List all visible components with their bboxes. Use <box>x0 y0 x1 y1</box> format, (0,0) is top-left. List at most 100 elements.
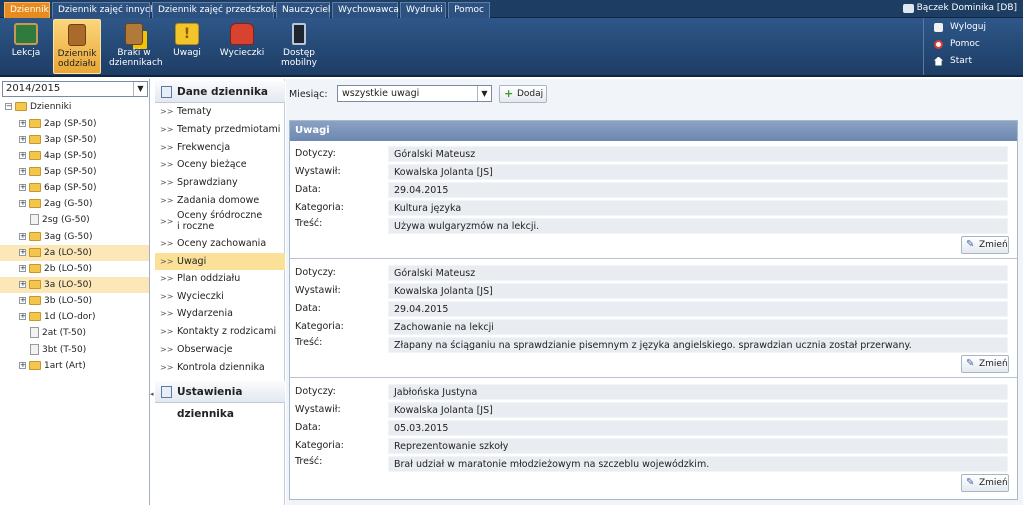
menu-item-kontrola-dziennika[interactable]: >> Kontrola dziennika <box>155 360 285 376</box>
menu-item-wycieczki[interactable]: >> Wycieczki <box>155 289 285 305</box>
expand-icon[interactable]: + <box>19 233 26 240</box>
tree-node[interactable]: 3bt (T-50) <box>30 342 86 358</box>
tab-wychowawca[interactable]: Wychowawca <box>332 2 399 18</box>
month-label: Miesiąc: <box>289 89 328 100</box>
year-select[interactable]: 2014/2015 ▼ <box>2 81 148 97</box>
tree-node[interactable]: +2a (LO-50) <box>0 245 149 261</box>
tree-node[interactable]: 2sg (G-50) <box>30 212 90 228</box>
tab-nauczyciel[interactable]: Nauczyciel <box>276 2 330 18</box>
menu-item-zadania-domowe[interactable]: >> Zadania domowe <box>155 193 285 209</box>
menu-item-kontakty[interactable]: >> Kontakty z rodzicami <box>155 324 285 340</box>
edit-button[interactable]: ✎ Zmień <box>961 355 1009 373</box>
chat-icon[interactable] <box>903 4 914 13</box>
chevron-right-icon: >> <box>160 292 174 301</box>
tree-root[interactable]: − Dzienniki <box>5 99 71 115</box>
tab-dziennik[interactable]: Dziennik <box>4 2 50 18</box>
menu-item-oceny-zachowania[interactable]: >> Oceny zachowania <box>155 236 285 252</box>
expand-icon[interactable]: + <box>19 120 26 127</box>
tree-node[interactable]: +5ap (SP-50) <box>19 164 96 180</box>
tree-node-label: 3bt (T-50) <box>42 345 87 355</box>
chevron-right-icon: >> <box>160 217 174 226</box>
tree-node[interactable]: +2ag (G-50) <box>19 196 93 212</box>
tree-node-label: 4ap (SP-50) <box>44 151 97 161</box>
field-dotyczy: Góralski Mateusz <box>388 265 1008 281</box>
tree-node[interactable]: 2at (T-50) <box>30 325 86 341</box>
menu-item-tematy-przedmiotami[interactable]: >> Tematy przedmiotami <box>155 122 285 138</box>
menu-item-uwagi[interactable]: >> Uwagi <box>155 253 285 270</box>
tree-node[interactable]: +1d (LO-dor) <box>19 309 96 325</box>
tree-node-label: 3a (LO-50) <box>44 280 92 290</box>
menu-item-label: Frekwencja <box>177 142 231 153</box>
field-label: Dotyczy: <box>295 267 336 278</box>
folder-open-icon <box>15 102 27 111</box>
tab-pomoc[interactable]: Pomoc <box>448 2 490 18</box>
edit-button[interactable]: ✎ Zmień <box>961 474 1009 492</box>
tree-node-selected[interactable]: +3a (LO-50) <box>0 277 149 293</box>
expand-icon[interactable]: + <box>19 362 26 369</box>
expand-icon[interactable]: + <box>19 152 26 159</box>
lekcja-button[interactable]: Lekcja <box>6 19 46 74</box>
expand-icon[interactable]: + <box>19 200 26 207</box>
dane-dziennika-header[interactable]: Dane dziennika <box>155 81 285 103</box>
tree-node[interactable]: +3ag (G-50) <box>19 229 93 245</box>
dostep-mobilny-button[interactable]: Dostęp mobilny <box>276 19 322 74</box>
pomoc-link[interactable]: Pomoc <box>934 36 986 52</box>
tree-node[interactable]: +2ap (SP-50) <box>19 116 96 132</box>
expand-icon[interactable]: + <box>19 168 26 175</box>
tree-node[interactable]: +2b (LO-50) <box>19 261 92 277</box>
chevron-right-icon: >> <box>160 178 174 187</box>
add-button[interactable]: + Dodaj <box>499 85 547 103</box>
tab-dziennik-zajec-przedszkola[interactable]: Dziennik zajęć przedszkola <box>152 2 279 18</box>
tab-wydruki[interactable]: Wydruki <box>400 2 446 18</box>
tree-node-label: 2ap (SP-50) <box>44 119 97 129</box>
tree-node[interactable]: +1art (Art) <box>19 358 86 374</box>
braki-label: Braki w dziennikach <box>109 48 163 68</box>
tab-dziennik-zajec-innych[interactable]: Dziennik zajęć innych <box>52 2 156 18</box>
dziennik-oddzialu-button[interactable]: Dziennik oddziału <box>53 19 101 74</box>
field-label: Data: <box>295 303 321 314</box>
chevron-right-icon: >> <box>160 107 174 116</box>
menu-item-label: Oceny bieżące <box>177 159 247 170</box>
lock-icon <box>934 22 943 32</box>
menu-item-plan-oddzialu[interactable]: >> Plan oddziału <box>155 271 285 287</box>
menu-item-label: Wydarzenia <box>177 308 233 319</box>
expand-icon[interactable]: + <box>19 136 26 143</box>
chevron-right-icon: >> <box>160 345 174 354</box>
ustawienia-dziennika-header[interactable]: Ustawienia dziennika <box>155 381 285 420</box>
wyloguj-link[interactable]: Wyloguj <box>934 19 986 35</box>
menu-item-oceny-srodroczne[interactable]: >> Oceny śródroczne i roczne <box>155 210 265 234</box>
menu-item-label: Zadania domowe <box>177 195 260 206</box>
menu-item-wydarzenia[interactable]: >> Wydarzenia <box>155 306 285 322</box>
tree-node-label: 2at (T-50) <box>42 328 87 338</box>
expand-icon[interactable]: + <box>19 184 26 191</box>
menu-item-obserwacje[interactable]: >> Obserwacje <box>155 342 285 358</box>
start-link[interactable]: Start <box>934 53 986 69</box>
braki-button[interactable]: Braki w dziennikach <box>109 19 163 74</box>
edit-button[interactable]: ✎ Zmień <box>961 236 1009 254</box>
menu-item-sprawdziany[interactable]: >> Sprawdziany <box>155 175 285 191</box>
menu-item-oceny-biezace[interactable]: >> Oceny bieżące <box>155 157 285 173</box>
document-icon <box>30 344 39 355</box>
folder-icon <box>29 151 41 160</box>
expand-icon[interactable]: + <box>19 281 26 288</box>
month-select[interactable]: wszystkie uwagi ▼ <box>337 85 492 102</box>
chevron-right-icon: >> <box>160 274 174 283</box>
expand-icon[interactable]: + <box>19 313 26 320</box>
pencil-icon: ✎ <box>966 358 975 369</box>
uwagi-button[interactable]: ! Uwagi <box>168 19 206 74</box>
tree-node[interactable]: +3b (LO-50) <box>19 293 92 309</box>
tree-node[interactable]: +3ap (SP-50) <box>19 132 96 148</box>
menu-item-tematy[interactable]: >> Tematy <box>155 104 285 120</box>
collapse-icon[interactable]: − <box>5 103 12 110</box>
expand-icon[interactable]: + <box>19 265 26 272</box>
expand-icon[interactable]: + <box>19 297 26 304</box>
menu-item-label: Obserwacje <box>177 344 233 355</box>
menu-item-frekwencja[interactable]: >> Frekwencja <box>155 140 285 156</box>
tree-node[interactable]: +4ap (SP-50) <box>19 148 96 164</box>
wycieczki-button[interactable]: Wycieczki <box>218 19 266 74</box>
tree-node[interactable]: +6ap (SP-50) <box>19 180 96 196</box>
field-tresc: Używa wulgaryzmów na lekcji. <box>388 218 1008 234</box>
add-label: Dodaj <box>517 89 544 99</box>
app-window: Dziennik Dziennik zajęć innych Dziennik … <box>0 0 1023 505</box>
expand-icon[interactable]: + <box>19 249 26 256</box>
